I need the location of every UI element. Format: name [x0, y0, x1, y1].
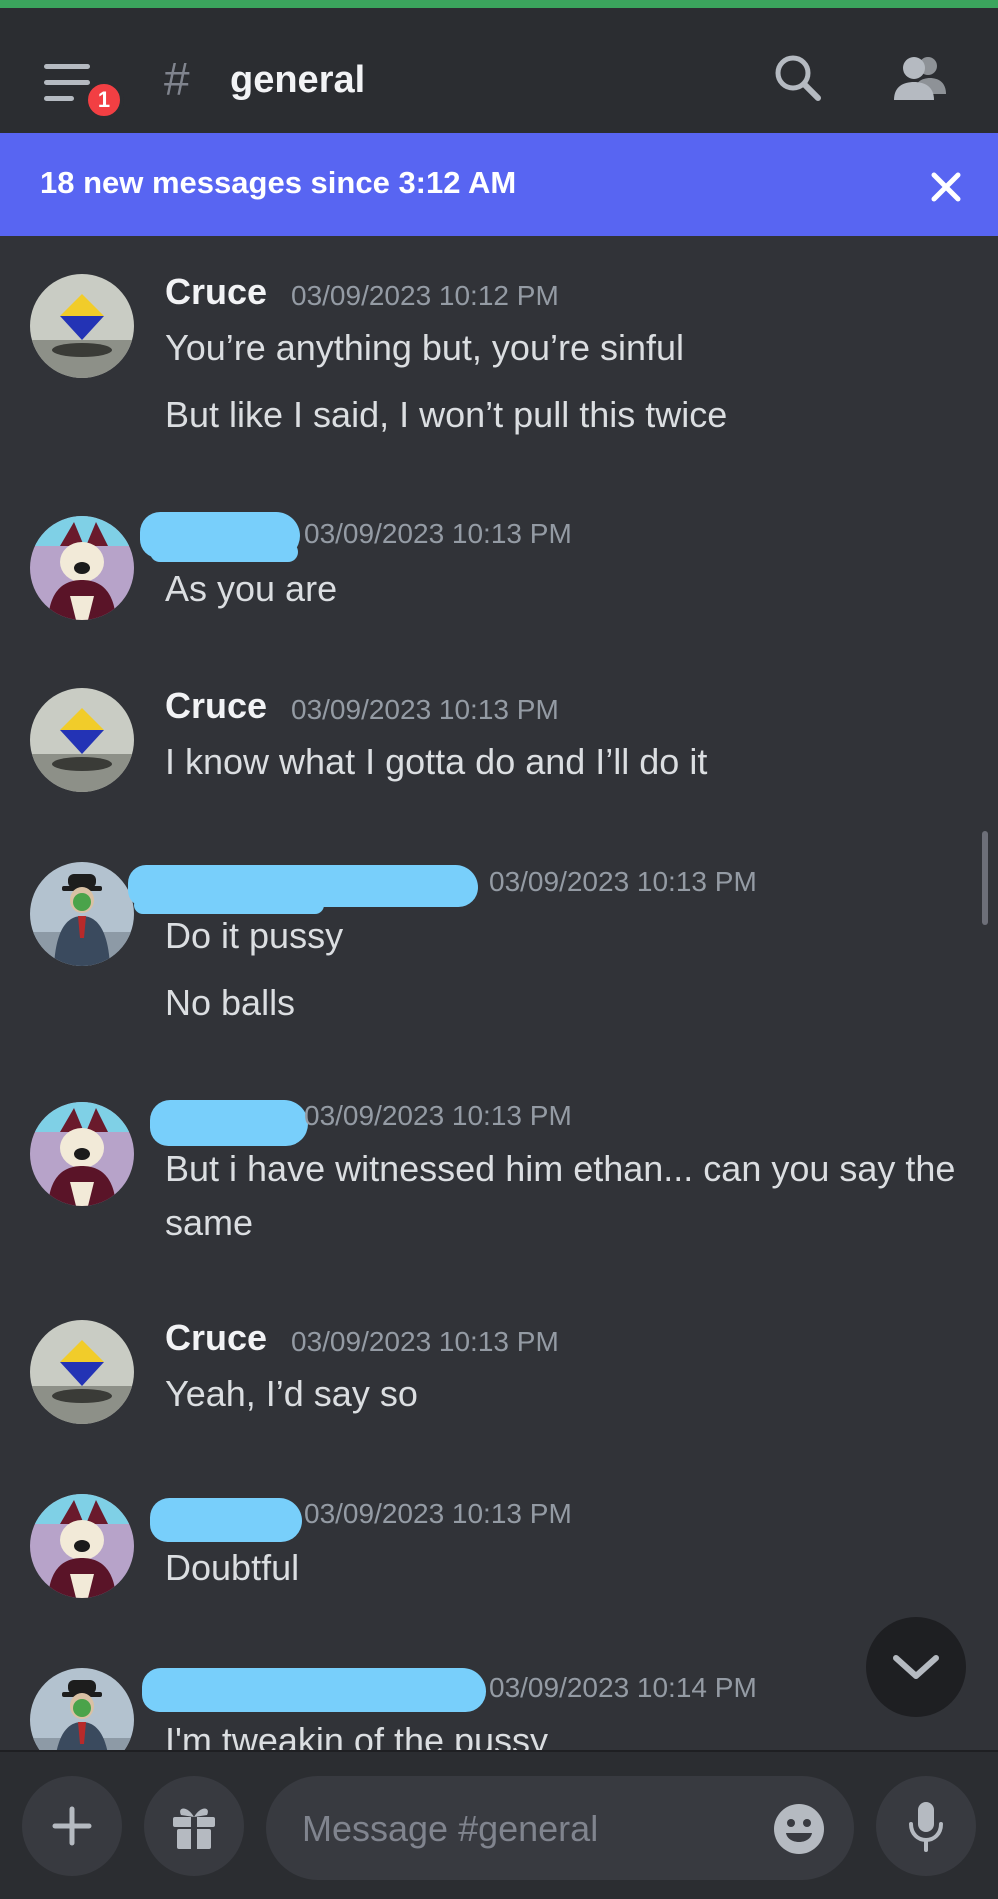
message-timestamp: 03/09/2023 10:13 PM — [291, 694, 559, 725]
message-timestamp: 03/09/2023 10:13 PM — [304, 1498, 572, 1529]
avatar[interactable] — [30, 1102, 134, 1206]
banner-close-button[interactable] — [926, 167, 966, 207]
search-button[interactable] — [772, 52, 824, 104]
avatar-spinning-top-image — [30, 1320, 134, 1424]
microphone-icon — [909, 1802, 943, 1852]
channel-hash-icon: # — [164, 53, 190, 105]
message-text: But like I said, I won’t pull this twice — [165, 394, 728, 435]
message-text: As you are — [165, 568, 338, 609]
message-text: But i have witnessed him ethan... can yo… — [165, 1148, 956, 1243]
message-text: Yeah, I’d say so — [165, 1373, 418, 1414]
scrollbar[interactable] — [982, 831, 988, 925]
new-messages-banner[interactable]: 18 new messages since 3:12 AM — [0, 133, 998, 236]
status-strip — [0, 0, 998, 8]
avatar[interactable] — [30, 274, 134, 378]
avatar[interactable] — [30, 688, 134, 792]
add-attachment-button[interactable] — [22, 1776, 122, 1876]
voice-message-button[interactable] — [876, 1776, 976, 1876]
avatar-bowler-hat-man-image — [30, 862, 134, 966]
message-input[interactable] — [300, 1802, 734, 1856]
avatar[interactable] — [30, 1320, 134, 1424]
avatar-bowler-hat-man-image — [30, 1668, 134, 1750]
avatar[interactable] — [30, 1494, 134, 1598]
message-timestamp: 03/09/2023 10:13 PM — [291, 1326, 559, 1357]
gift-button[interactable] — [144, 1776, 244, 1876]
close-icon — [931, 172, 961, 202]
notification-badge: 1 — [84, 80, 124, 120]
message-author[interactable]: Cruce — [165, 686, 267, 726]
new-messages-text: 18 new messages since 3:12 AM — [40, 165, 517, 200]
avatar-wolf-image — [30, 1102, 134, 1206]
avatar[interactable] — [30, 516, 134, 620]
message-input-container — [266, 1776, 854, 1880]
message-text: I know what I gotta do and I’ll do it — [165, 741, 708, 782]
emoji-button[interactable] — [772, 1802, 826, 1856]
emoji-icon — [774, 1804, 824, 1854]
message-text: You’re anything but, you’re sinful — [165, 327, 685, 368]
members-icon — [894, 57, 946, 100]
message-author[interactable]: Cruce — [165, 272, 267, 312]
redacted-username — [142, 1668, 486, 1712]
avatar[interactable] — [30, 862, 134, 966]
message-timestamp: 03/09/2023 10:12 PM — [291, 280, 559, 311]
message-text: I'm tweakin of the pussy — [165, 1720, 549, 1750]
message-timestamp: 03/09/2023 10:13 PM — [489, 866, 757, 897]
avatar-wolf-image — [30, 516, 134, 620]
message-timestamp: 03/09/2023 10:14 PM — [489, 1672, 757, 1703]
redacted-username — [150, 1100, 308, 1146]
message-composer — [0, 1750, 998, 1899]
members-button[interactable] — [892, 54, 948, 102]
redacted-username — [150, 1498, 302, 1542]
redacted-username — [150, 542, 298, 562]
message-list[interactable]: Cruce 03/09/2023 10:12 PM You’re anythin… — [0, 236, 998, 1750]
message-timestamp: 03/09/2023 10:13 PM — [304, 1100, 572, 1131]
search-icon — [775, 55, 821, 101]
message-text: No balls — [165, 982, 296, 1023]
message-text: Do it pussy — [165, 915, 344, 956]
jump-to-present-button[interactable] — [866, 1617, 966, 1717]
avatar-spinning-top-image — [30, 688, 134, 792]
message-timestamp: 03/09/2023 10:13 PM — [304, 518, 572, 549]
avatar-wolf-image — [30, 1494, 134, 1598]
message-text: Doubtful — [165, 1547, 300, 1588]
channel-name: general — [230, 59, 366, 101]
gift-icon — [173, 1808, 215, 1849]
channel-header: 1 # general — [0, 8, 998, 133]
avatar-spinning-top-image — [30, 274, 134, 378]
avatar[interactable] — [30, 1668, 134, 1750]
plus-icon — [52, 1806, 92, 1846]
chevron-down-icon — [893, 1655, 939, 1679]
message-author[interactable]: Cruce — [165, 1318, 267, 1358]
